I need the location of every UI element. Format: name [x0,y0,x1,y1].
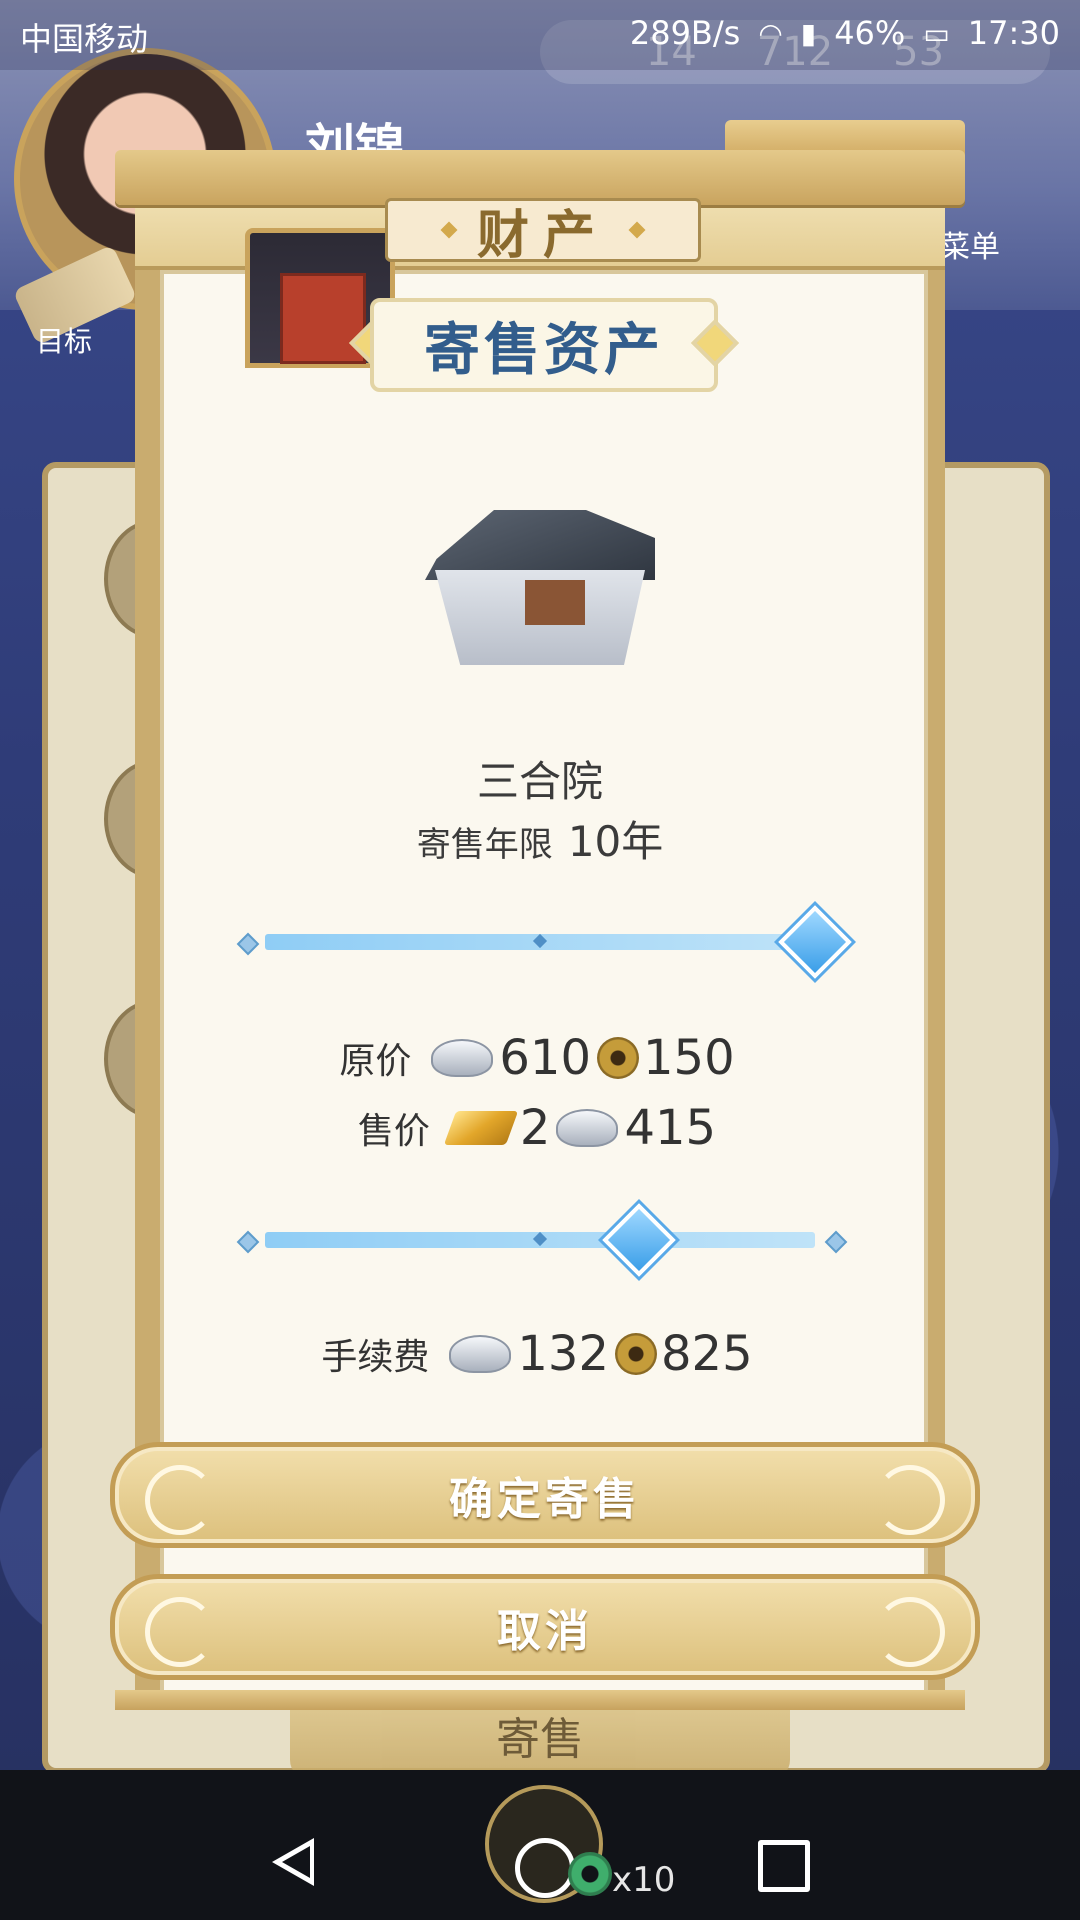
house-door [525,580,585,625]
original-price-silver: 610 [499,1030,591,1086]
status-bar: 中国移动 289B/s ◠ ▮ 46% ▭ 17:30 [0,0,1080,70]
original-price-copper: 150 [643,1030,735,1086]
home-icon[interactable] [515,1838,575,1898]
term-slider[interactable] [236,905,852,979]
fee-copper: 825 [661,1326,753,1382]
courtyard-house-icon [425,510,655,670]
cancel-label: 取消 [497,1606,593,1657]
cloud-swirl-icon [145,1597,215,1667]
cloud-swirl-icon [875,1465,945,1535]
player-name: 刘锦 [305,119,405,177]
signal-icon: ▮ [800,16,817,50]
gold-bar-icon [443,1111,519,1145]
confirm-consign-label: 确定寄售 [449,1474,641,1525]
share-count: x10 [612,1860,676,1900]
original-price-label: 原价 [339,1041,412,1082]
cloud-swirl-icon [875,1597,945,1667]
dialog-title-text: 财产 [476,205,609,266]
diamond-ornament-icon [440,221,458,239]
battery-icon: ▭ [923,16,950,50]
silver-ingot-icon [449,1335,512,1373]
confirm-consign-button[interactable]: 确定寄售 [110,1442,980,1548]
sale-price-gold: 2 [519,1100,551,1156]
asset-name: 三合院 [476,757,603,806]
fee-label: 手续费 [321,1337,430,1378]
menu-label[interactable]: 菜单 [940,222,1000,266]
goal-label: 目标 [36,325,93,358]
sale-price-row: 售价 2 415 [0,1100,1080,1156]
silver-ingot-icon [431,1039,494,1077]
recent-apps-icon[interactable] [758,1840,810,1892]
term-value: 10年 [567,817,664,866]
sale-price-silver: 415 [624,1100,717,1156]
slider-start-marker [236,1230,260,1254]
jade-coin-icon [568,1852,612,1896]
consign-term-row: 寄售年限 10年 [0,808,1080,869]
copper-coin-icon [597,1037,639,1079]
net-speed: 289B/s [629,14,741,52]
fee-row: 手续费 132 825 [0,1326,1080,1382]
diamond-ornament-icon [628,221,646,239]
house-roof [425,510,655,580]
dialog-base [115,1690,965,1710]
status-right: 289B/s ◠ ▮ 46% ▭ 17:30 [630,14,1060,52]
dialog-title: 财产 [385,198,701,266]
silver-ingot-icon [556,1109,619,1147]
slider-thumb[interactable] [602,1203,676,1277]
fee-silver: 132 [517,1326,609,1382]
cancel-button[interactable]: 取消 [110,1574,980,1680]
slider-start-marker [236,932,260,956]
section-title: 寄售资产 [370,298,718,392]
term-label: 寄售年限 [416,825,553,865]
wifi-icon: ◠ [758,16,783,50]
cloud-swirl-icon [145,1465,215,1535]
original-price-row: 原价 610 150 [0,1030,1080,1086]
clock: 17:30 [967,14,1060,52]
back-icon-inner [282,1846,310,1878]
price-slider[interactable] [236,1203,848,1277]
battery-percent: 46% [834,14,906,52]
sale-price-label: 售价 [357,1111,430,1152]
carrier-name: 中国移动 [20,20,149,58]
section-title-plaque: 寄售资产 [348,298,740,392]
copper-coin-icon [615,1333,657,1375]
